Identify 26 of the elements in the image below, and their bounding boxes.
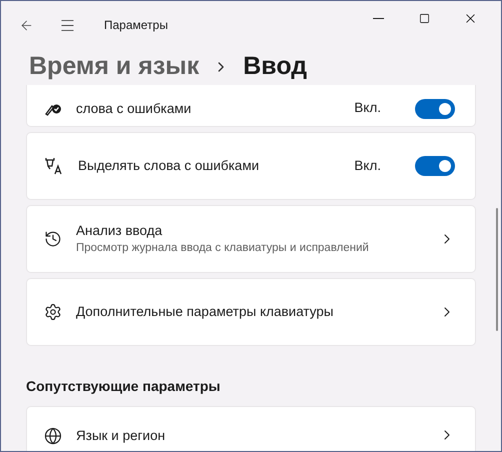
setting-label: Выделять слова с ошибками: [78, 157, 260, 175]
maximize-icon: [418, 12, 430, 24]
toggle-state-text: Вкл.: [354, 156, 381, 175]
setting-label: Дополнительные параметры клавиатуры: [76, 303, 334, 321]
page-title: Ввод: [243, 51, 308, 82]
setting-card[interactable]: слова с ошибками Вкл.: [26, 85, 476, 127]
highlighter-letter-icon: [44, 156, 64, 176]
toggle-state-text: Вкл.: [354, 99, 381, 118]
window-title: Параметры: [104, 17, 168, 34]
toggle-switch[interactable]: [415, 98, 455, 118]
section-heading: Сопутствующие параметры: [26, 377, 222, 396]
setting-description: Просмотр журнала ввода с клавиатуры и исправлений: [76, 241, 370, 256]
history-icon: [44, 230, 62, 248]
setting-label: Анализ ввода: [76, 222, 164, 240]
scrollbar[interactable]: [496, 208, 498, 331]
setting-label: слова с ошибками: [76, 100, 192, 118]
breadcrumb-link[interactable]: Время и язык: [29, 48, 200, 86]
pencil-check-icon: [44, 102, 62, 116]
settings-icon: [44, 303, 62, 321]
setting-card[interactable]: Выделять слова с ошибками Вкл.: [26, 132, 476, 200]
setting-card[interactable]: Анализ ввода Просмотр журнала ввода с клавиатуры и исправлений: [26, 205, 476, 273]
setting-card[interactable]: Дополнительные параметры клавиатуры: [26, 278, 476, 346]
setting-label: Язык и регион: [76, 427, 166, 445]
globe-icon: [44, 427, 62, 445]
toggle-switch[interactable]: [415, 156, 455, 176]
setting-card[interactable]: Язык и регион: [26, 406, 476, 451]
